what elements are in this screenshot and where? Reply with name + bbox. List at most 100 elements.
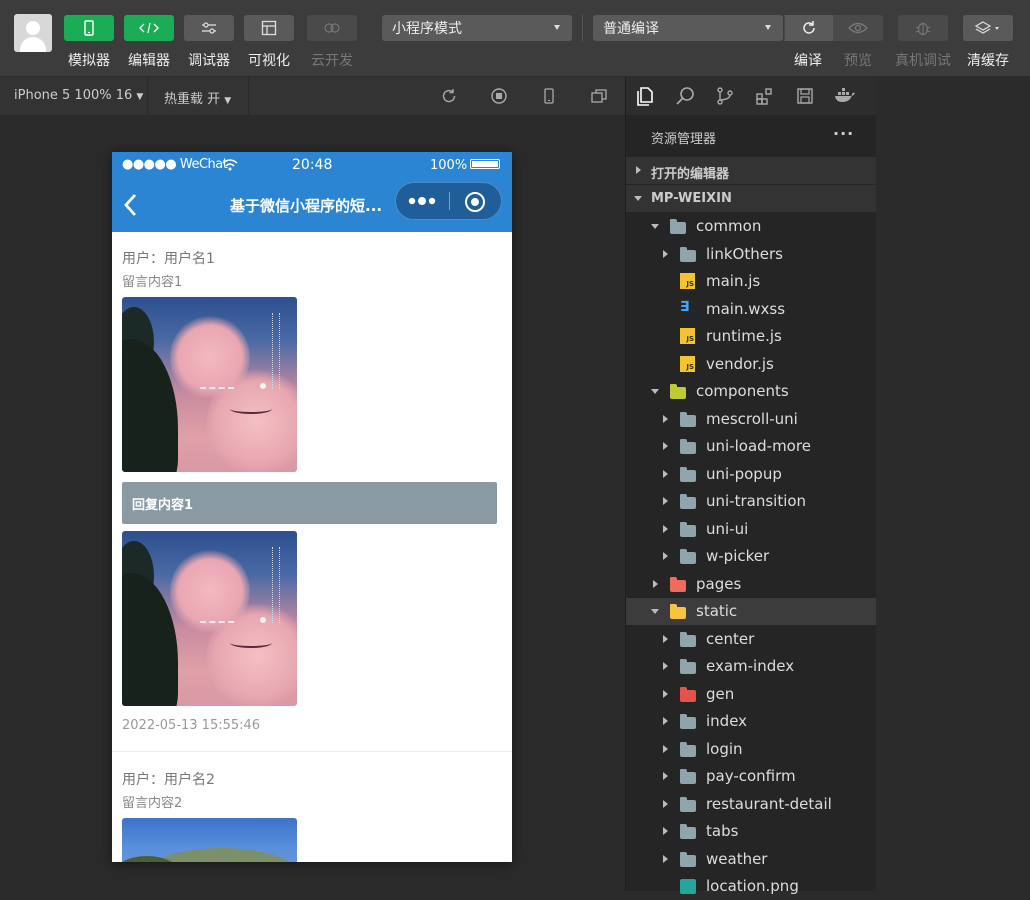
explorer-tab[interactable] (634, 85, 656, 107)
tree-folder[interactable]: gen (626, 681, 876, 708)
tree-folder[interactable]: pages (626, 571, 876, 598)
tree-folder[interactable]: components (626, 378, 876, 405)
tree-folder[interactable]: index (626, 708, 876, 735)
cloud-icon (324, 23, 340, 33)
reply-image[interactable] (122, 531, 297, 706)
nav-title: 基于微信小程序的短... (230, 197, 383, 215)
bird-shape (230, 638, 272, 648)
explorer-title: 资源管理器 (651, 132, 717, 147)
tree-folder[interactable]: restaurant-detail (626, 791, 876, 818)
tree-folder[interactable]: uni-transition (626, 488, 876, 515)
moon-dot (260, 383, 266, 389)
tree-folder[interactable]: uni-popup (626, 461, 876, 488)
device-icon[interactable] (540, 87, 558, 105)
preview-button[interactable] (833, 15, 883, 41)
more-actions-icon[interactable]: ··· (833, 124, 854, 143)
folder-icon (680, 246, 696, 262)
tree-folder[interactable]: static (626, 598, 876, 625)
code-icon (139, 22, 159, 34)
tree-file[interactable]: location.png (626, 873, 876, 900)
folder-icon (680, 659, 696, 674)
remote-debug-button[interactable] (898, 15, 948, 41)
tree-item-label: mescroll-uni (706, 409, 798, 428)
tree-folder[interactable]: mescroll-uni (626, 406, 876, 433)
search-icon (676, 87, 694, 105)
tree-folder[interactable]: w-picker (626, 543, 876, 570)
battery-label: 100% (430, 158, 468, 173)
project-section[interactable]: MP-WEIXIN (626, 185, 876, 212)
tree-folder[interactable]: pay-confirm (626, 763, 876, 790)
chevron-right-icon (663, 717, 668, 725)
device-select-value: iPhone 5 100% 16 (14, 88, 133, 103)
compile-select[interactable]: 普通编译 (593, 15, 783, 41)
extensions-tab[interactable] (754, 85, 776, 107)
user-avatar[interactable] (14, 14, 52, 52)
phone-icon (84, 20, 94, 36)
message-image[interactable] (122, 818, 297, 862)
back-arrow-icon[interactable] (122, 192, 138, 218)
tree-file[interactable]: JS main.js (626, 268, 876, 295)
simulator-toolbar: iPhone 5 100% 16 ▼ 热重载 开 ▼ (0, 77, 625, 116)
reply-box: 回复内容1 (122, 482, 497, 524)
tree-folder[interactable]: center (626, 626, 876, 653)
simulator-button[interactable] (64, 15, 114, 41)
hot-reload-select[interactable]: 热重载 开 ▼ (164, 88, 231, 107)
tree-item-label: tabs (706, 822, 739, 840)
tree-folder[interactable]: weather (626, 846, 876, 873)
tree-folder[interactable]: common (626, 213, 876, 240)
cloud-dev-button[interactable] (307, 15, 357, 41)
tree-item-label: gen (706, 684, 735, 703)
compile-button[interactable] (784, 15, 833, 41)
editor-button[interactable] (124, 15, 174, 41)
tree-folder[interactable]: uni-load-more (626, 433, 876, 460)
chevron-down-icon (651, 389, 659, 394)
device-select[interactable]: iPhone 5 100% 16 ▼ (14, 88, 143, 103)
message-user: 用户：用户名1 (122, 251, 215, 267)
tree-item-label: static (696, 602, 738, 620)
visual-button[interactable] (244, 15, 294, 41)
chevron-right-icon (663, 662, 668, 670)
chevron-right-icon (663, 689, 668, 698)
detach-window-icon[interactable] (590, 87, 608, 105)
tree-folder[interactable]: tabs (626, 818, 876, 845)
rotate-icon[interactable] (440, 87, 458, 105)
tree-item-label: uni-popup (706, 464, 782, 483)
vertical-text-decoration (272, 547, 280, 623)
carrier-label: ●●●●● WeChat (122, 157, 228, 172)
eye-icon (848, 22, 868, 34)
clear-cache-button[interactable] (963, 15, 1013, 41)
message-time: 2022-05-13 15:55:46 (122, 718, 261, 733)
toolbar-divider (582, 15, 583, 41)
docker-tab[interactable] (834, 85, 856, 107)
more-dots-icon[interactable] (408, 196, 438, 206)
tree-folder[interactable]: uni-ui (626, 516, 876, 543)
close-miniprogram-icon[interactable] (464, 191, 486, 213)
tree-file[interactable]: ∃ main.wxss (626, 296, 876, 323)
phone-screen[interactable]: ●●●●● WeChat 20:48 100% 基于微信小程序的短... 用户：… (112, 152, 512, 862)
js-file-icon: JS (680, 355, 695, 372)
debugger-button[interactable] (184, 15, 234, 41)
tree-file[interactable]: JS vendor.js (626, 351, 876, 378)
hot-reload-value: 热重载 开 (164, 92, 221, 107)
source-control-tab[interactable] (714, 85, 736, 107)
folder-icon (680, 549, 696, 564)
storage-tab[interactable] (794, 85, 816, 107)
tree-file[interactable]: JS runtime.js (626, 323, 876, 350)
clear-cache-label: 清缓存 (967, 53, 1009, 69)
stop-icon[interactable] (490, 87, 508, 105)
visual-label: 可视化 (248, 53, 290, 69)
search-tab[interactable] (674, 85, 696, 107)
mode-select[interactable]: 小程序模式 (382, 15, 572, 41)
chevron-right-icon (636, 166, 641, 174)
tree-folder[interactable]: linkOthers (626, 241, 876, 268)
open-editors-section[interactable]: 打开的编辑器 (626, 157, 876, 184)
tree-item-label: uni-transition (706, 492, 807, 510)
tree-folder[interactable]: exam-index (626, 653, 876, 680)
tree-folder[interactable]: login (626, 736, 876, 763)
folder-icon (680, 466, 696, 482)
chevron-down-icon (634, 196, 642, 201)
tree-item-label: uni-load-more (706, 437, 811, 455)
chevron-right-icon (663, 799, 668, 808)
message-image[interactable] (122, 297, 297, 472)
css-file-icon: ∃ (680, 298, 690, 315)
